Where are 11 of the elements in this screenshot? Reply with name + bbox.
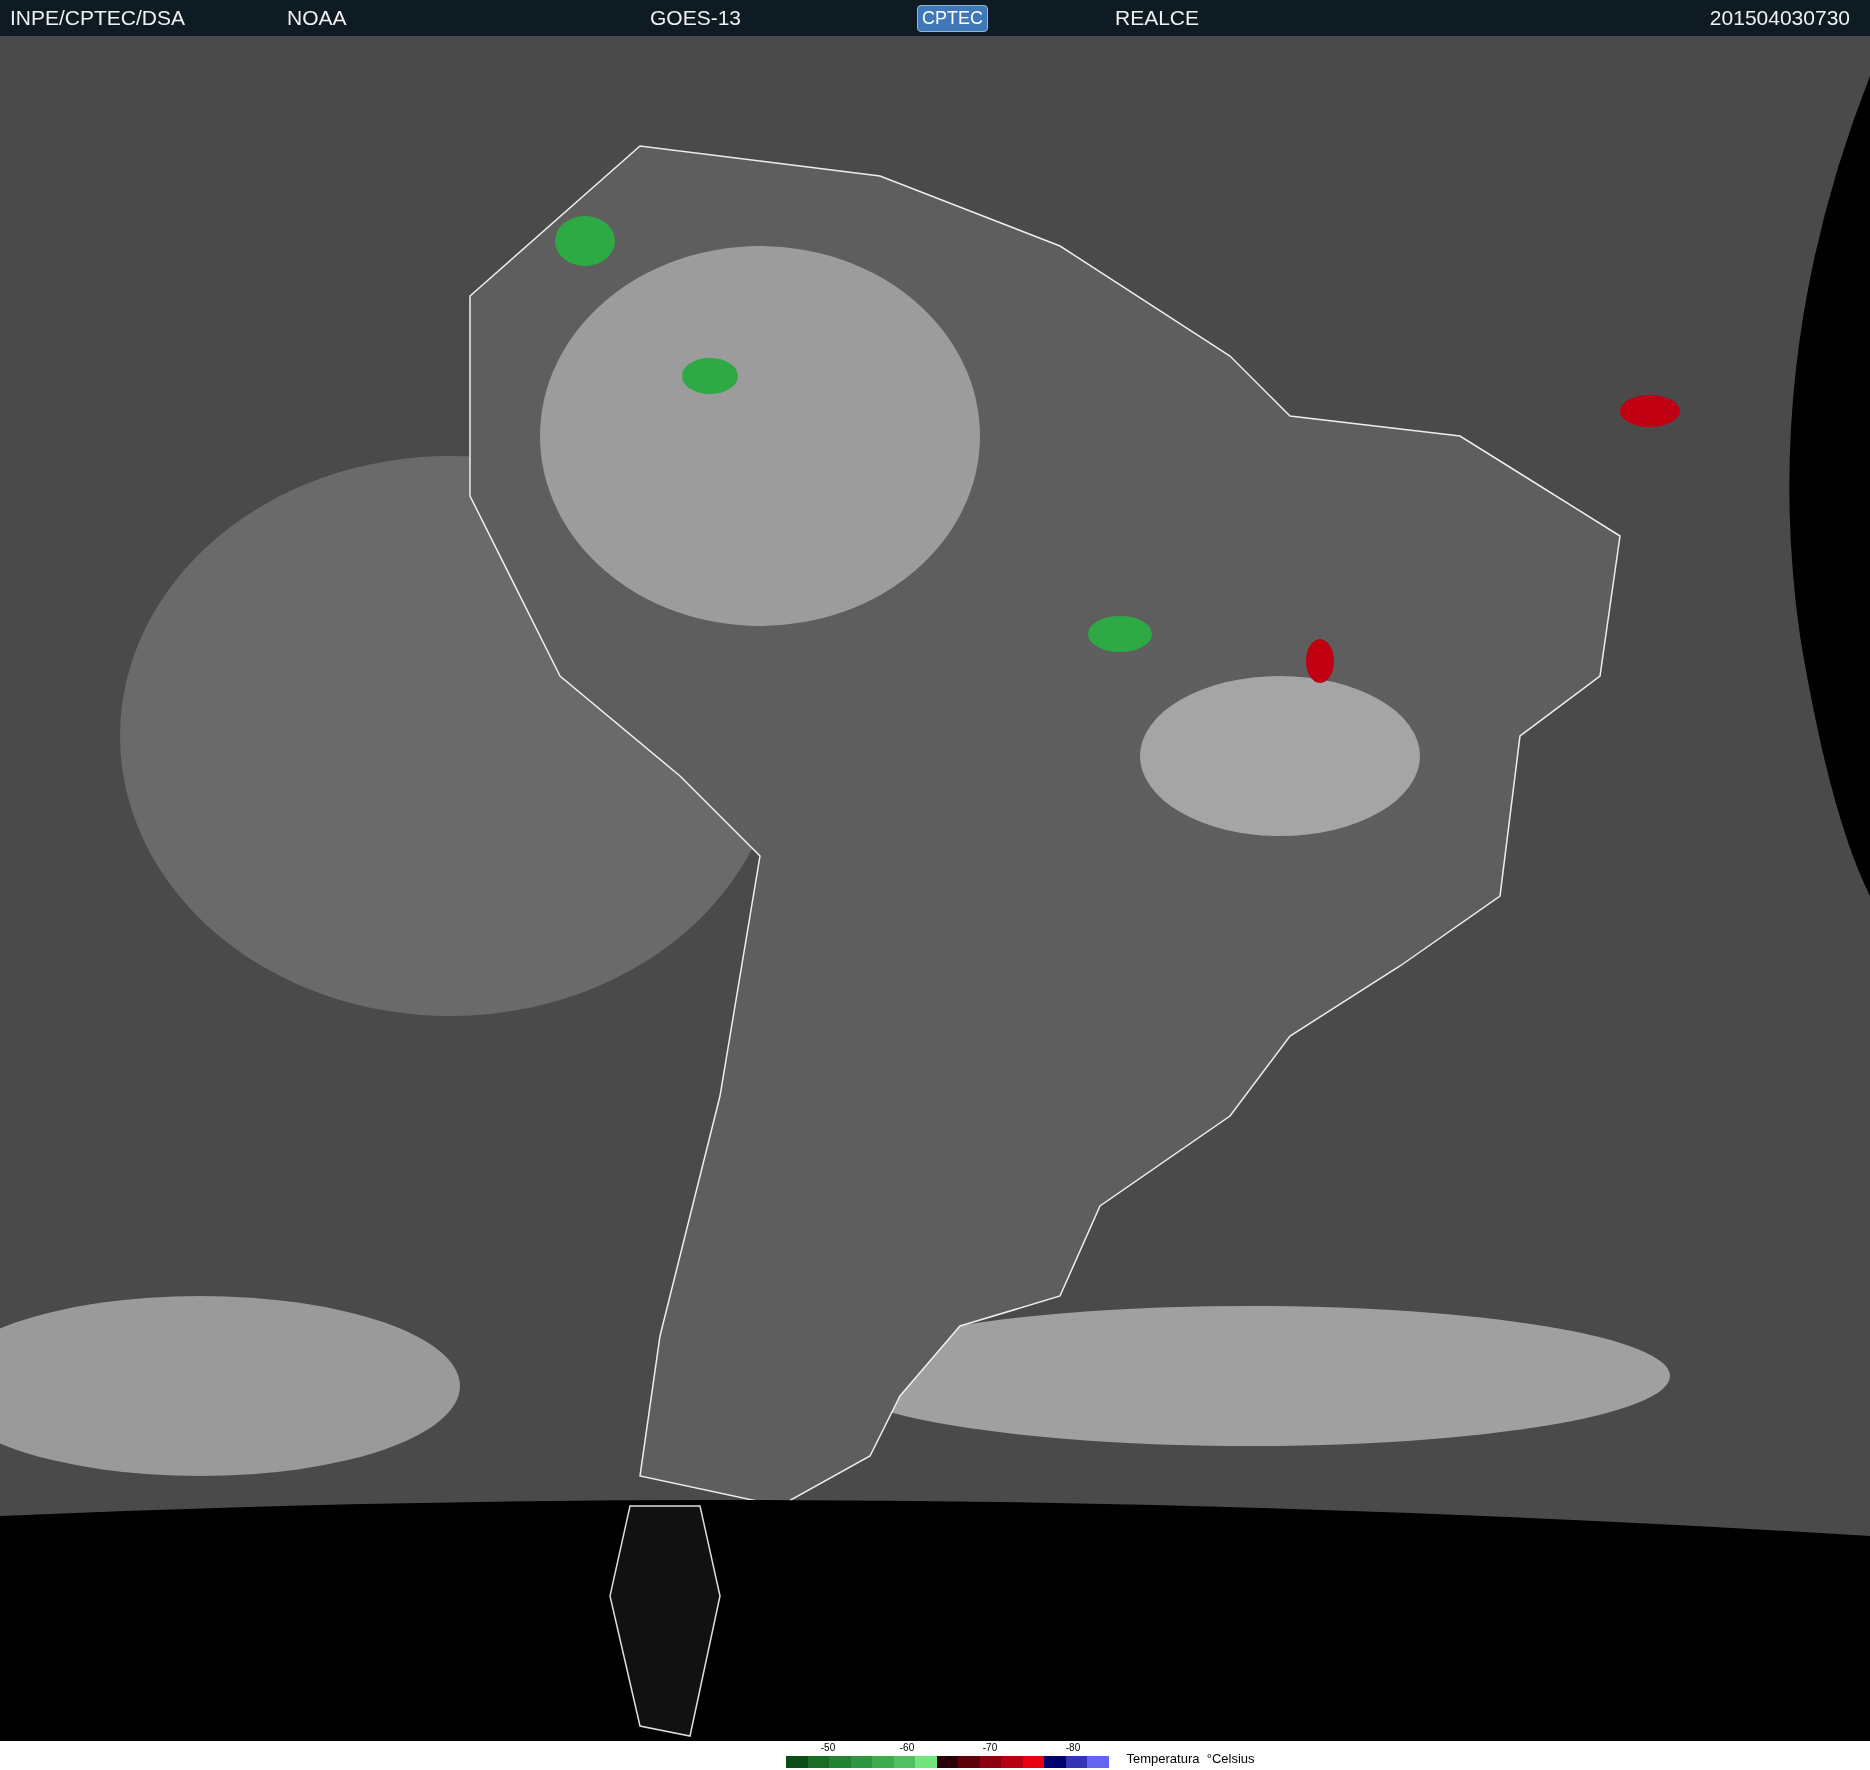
logo: CPTEC xyxy=(917,4,988,32)
scale-tick-label: -50 xyxy=(819,1742,837,1753)
legend-title: Temperatura °Celsius xyxy=(1126,1751,1255,1766)
source-label: INPE/CPTEC/DSA xyxy=(10,6,187,30)
scale-tick-label: -70 xyxy=(981,1742,999,1753)
satellite-label: GOES-13 xyxy=(650,6,743,30)
scale-tick-label: -60 xyxy=(898,1742,916,1753)
scale-tick-label: -80 xyxy=(1064,1742,1082,1753)
product-label: REALCE xyxy=(1115,6,1201,30)
agency-label: NOAA xyxy=(287,6,348,30)
timestamp-label: 201504030730 xyxy=(1709,6,1850,30)
